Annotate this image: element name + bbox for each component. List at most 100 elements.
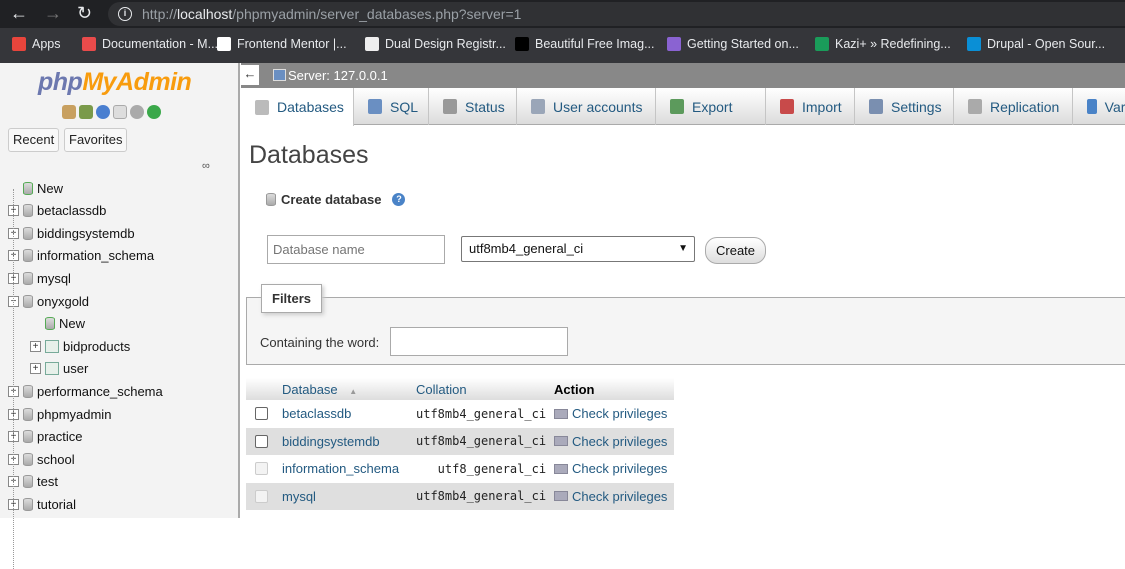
database-icon xyxy=(23,407,33,421)
bookmarks-bar: Apps Documentation - M... Frontend Mentor … xyxy=(0,28,1125,63)
tab-icon xyxy=(368,99,382,114)
bookmark-item[interactable]: Getting Started on... xyxy=(667,37,799,51)
tree-database-item[interactable]: − onyxgold xyxy=(8,291,89,311)
check-privileges-link[interactable]: Check privileges xyxy=(554,489,670,504)
help-icon[interactable] xyxy=(96,105,110,119)
table-row: betaclassdb utf8mb4_general_ci Check pri… xyxy=(246,400,675,428)
database-icon xyxy=(23,430,33,444)
tree-database-item[interactable]: + test xyxy=(8,472,58,492)
tab-icon xyxy=(670,99,684,114)
docs-icon[interactable] xyxy=(113,105,127,119)
tree-table-item[interactable]: + bidproducts xyxy=(30,336,130,356)
database-icon xyxy=(23,204,33,218)
bookmark-item[interactable]: Dual Design Registr... xyxy=(365,37,506,51)
tree-database-item[interactable]: + tutorial xyxy=(8,494,76,514)
column-header-database[interactable]: Database ▲ xyxy=(278,378,412,400)
database-link[interactable]: biddingsystemdb xyxy=(282,434,380,449)
check-privileges-link[interactable]: Check privileges xyxy=(554,461,670,476)
database-link[interactable]: information_schema xyxy=(282,461,399,476)
tab-sql[interactable]: SQL xyxy=(354,88,429,125)
tree-database-item[interactable]: + school xyxy=(8,449,75,469)
tab-icon xyxy=(531,99,545,114)
gear-icon[interactable] xyxy=(130,105,144,119)
address-bar[interactable]: i http://localhost/phpmyadmin/server_dat… xyxy=(108,2,1125,26)
tab-icon xyxy=(1087,99,1097,114)
table-row: mysql utf8mb4_general_ci Check privilege… xyxy=(246,482,675,510)
expand-icon[interactable]: + xyxy=(30,363,41,375)
collapse-sidebar-button[interactable]: ← xyxy=(241,65,259,85)
favorites-button[interactable]: Favorites xyxy=(64,128,128,152)
server-breadcrumb: ← Server: 127.0.0.1 xyxy=(241,63,1125,88)
filters-fieldset: Filters Containing the word: xyxy=(246,284,1125,365)
logout-icon[interactable] xyxy=(79,105,93,119)
bookmark-item[interactable]: Apps xyxy=(12,37,61,51)
tab-export[interactable]: Export xyxy=(656,88,766,125)
bookmark-favicon-icon xyxy=(365,37,379,51)
phpmyadmin-logo[interactable]: phpMyAdmin xyxy=(38,68,192,97)
database-link[interactable]: mysql xyxy=(282,489,316,504)
tree-database-item[interactable]: + biddingsystemdb xyxy=(8,223,135,243)
tab-databases[interactable]: Databases xyxy=(241,88,354,126)
tree-new-item[interactable]: New xyxy=(30,314,85,334)
tree-database-item[interactable]: + practice xyxy=(8,427,83,447)
server-link[interactable]: Server: 127.0.0.1 xyxy=(288,63,388,88)
check-privileges-link[interactable]: Check privileges xyxy=(554,434,670,449)
database-link[interactable]: betaclassdb xyxy=(282,406,351,421)
database-name-input[interactable] xyxy=(267,235,445,264)
sort-ascending-icon: ▲ xyxy=(349,386,358,396)
tab-icon xyxy=(968,99,982,114)
reload-icon[interactable]: ↻ xyxy=(77,3,92,24)
table-icon xyxy=(45,362,59,376)
tree-database-item[interactable]: + information_schema xyxy=(8,246,154,266)
tab-bar: Databases SQL Status User accounts Export Imp… xyxy=(241,88,1125,126)
link-icon[interactable]: ∞ xyxy=(202,160,210,172)
bookmark-favicon-icon xyxy=(82,37,96,51)
tab-status[interactable]: Status xyxy=(429,88,517,125)
tab-settings[interactable]: Settings xyxy=(855,88,954,125)
filters-legend: Filters xyxy=(261,284,323,313)
bookmark-favicon-icon xyxy=(12,37,26,51)
reload-icon[interactable] xyxy=(147,105,161,119)
create-database-heading: Create database ? xyxy=(266,192,406,207)
filter-input[interactable] xyxy=(390,327,568,356)
row-checkbox[interactable] xyxy=(255,434,268,448)
tab-variables[interactable]: Variables xyxy=(1073,88,1125,125)
bookmark-item[interactable]: Beautiful Free Imag... xyxy=(515,37,655,51)
forward-icon[interactable]: → xyxy=(44,3,62,24)
page-title: Databases xyxy=(249,141,369,169)
server-icon xyxy=(273,69,286,81)
tab-replication[interactable]: Replication xyxy=(954,88,1073,125)
tree-new-item[interactable]: New xyxy=(8,178,63,198)
info-icon[interactable]: i xyxy=(118,7,132,21)
tree-database-item[interactable]: + mysql xyxy=(8,268,71,288)
table-row: information_schema utf8_general_ci Check… xyxy=(246,455,675,483)
back-icon[interactable]: ← xyxy=(10,3,28,24)
column-header-collation[interactable]: Collation xyxy=(412,378,551,400)
databases-table: Database ▲ Collation Action betaclassdb … xyxy=(246,378,675,510)
user-privileges-icon xyxy=(554,436,569,447)
help-icon[interactable]: ? xyxy=(392,193,406,206)
tree-database-item[interactable]: + performance_schema xyxy=(8,381,163,401)
database-icon xyxy=(23,497,33,511)
bookmark-item[interactable]: Frontend Mentor |... xyxy=(217,37,347,51)
tree-database-item[interactable]: + phpmyadmin xyxy=(8,404,111,424)
row-checkbox[interactable] xyxy=(255,407,268,421)
table-icon xyxy=(45,339,59,353)
tree-database-item[interactable]: + betaclassdb xyxy=(8,201,106,221)
bookmark-item[interactable]: Documentation - M... xyxy=(82,37,218,51)
bookmark-item[interactable]: Drupal - Open Sour... xyxy=(967,37,1105,51)
bookmark-item[interactable]: Kazi+ » Redefining... xyxy=(815,37,951,51)
create-button[interactable]: Create xyxy=(705,237,767,264)
bookmark-favicon-icon xyxy=(667,37,681,51)
tree-table-item[interactable]: + user xyxy=(30,359,88,379)
database-icon xyxy=(23,384,33,398)
tab-import[interactable]: Import xyxy=(766,88,855,125)
expand-icon[interactable]: + xyxy=(30,340,41,352)
home-icon[interactable] xyxy=(62,105,76,119)
tab-icon xyxy=(780,99,794,114)
recent-button[interactable]: Recent xyxy=(8,128,60,152)
user-privileges-icon xyxy=(554,408,569,419)
tab-user-accounts[interactable]: User accounts xyxy=(517,88,656,125)
collation-select[interactable]: utf8mb4_general_ci ▼ xyxy=(461,236,695,262)
check-privileges-link[interactable]: Check privileges xyxy=(554,406,670,421)
